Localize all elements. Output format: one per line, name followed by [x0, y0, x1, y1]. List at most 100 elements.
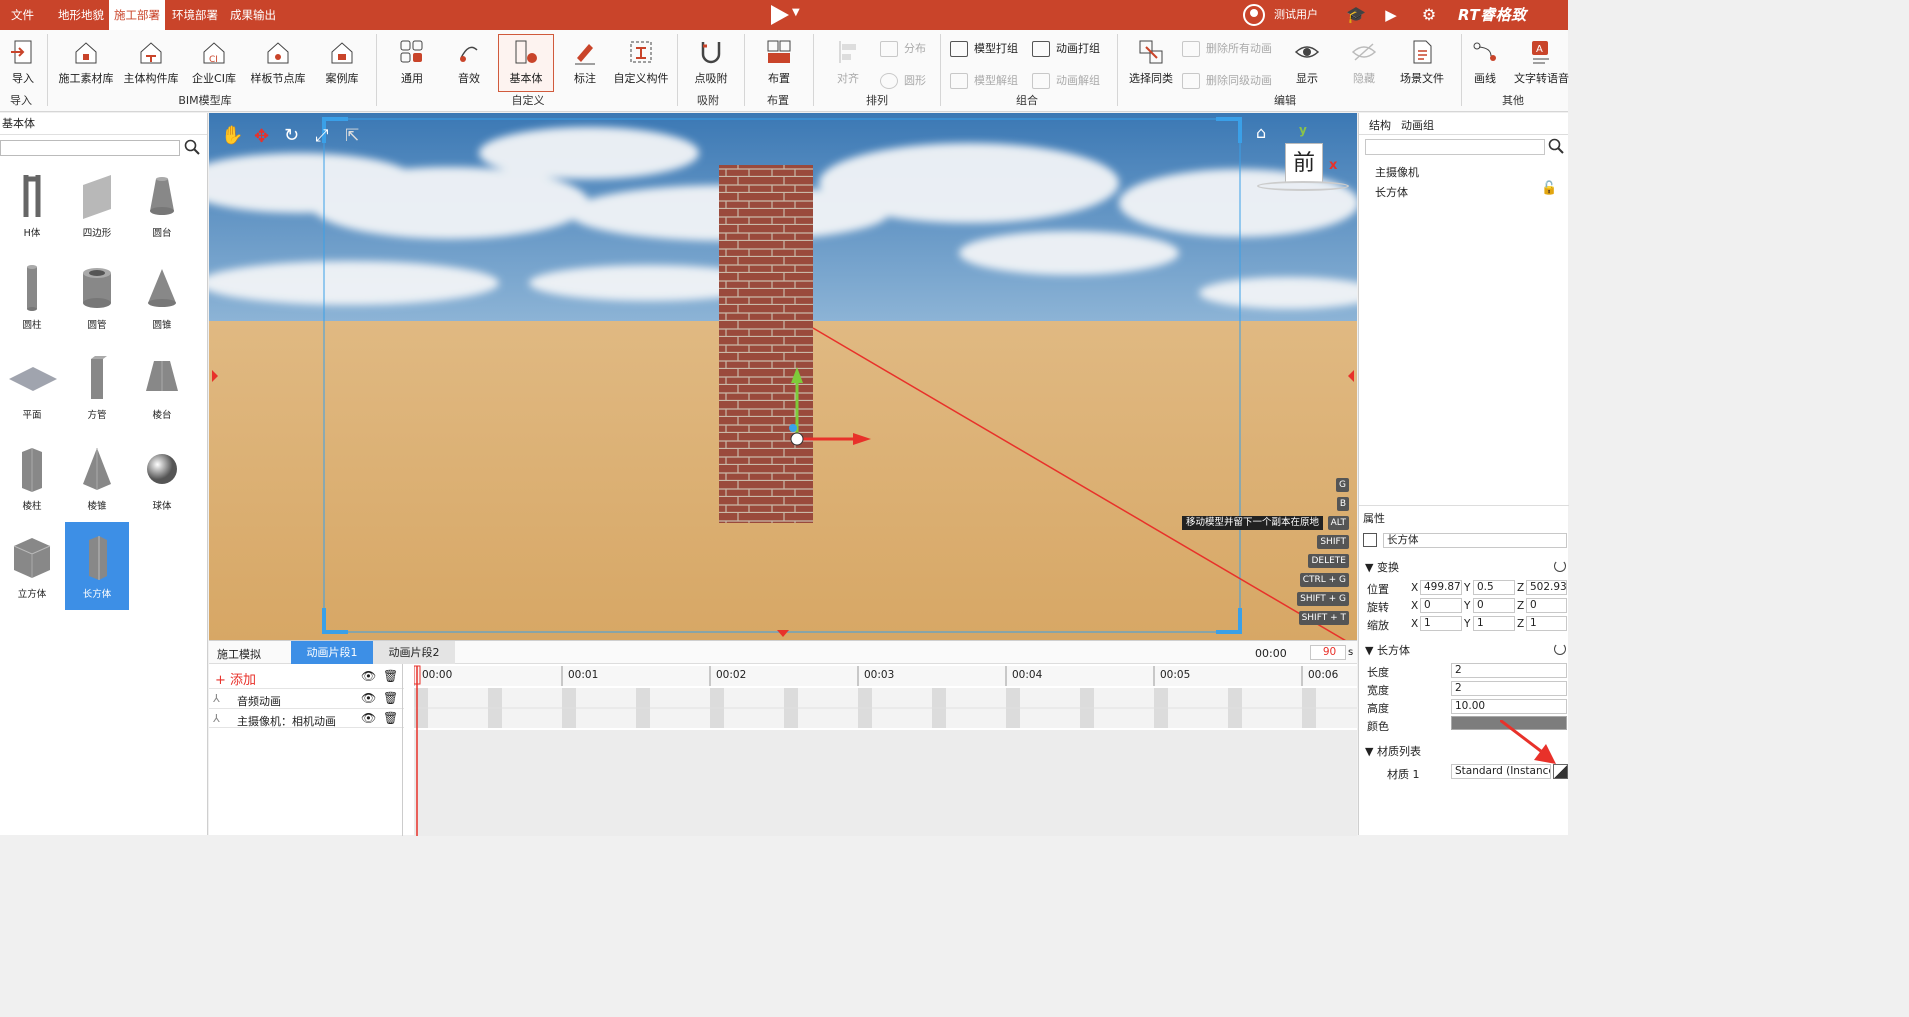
scale-y-input[interactable]: 1: [1473, 616, 1515, 631]
model-group-button[interactable]: 模型打组: [950, 40, 1018, 57]
tab-construction-sim[interactable]: 施工模拟: [217, 646, 261, 662]
chevron-down-icon[interactable]: ▼: [792, 7, 800, 18]
reset-icon[interactable]: [1554, 643, 1566, 655]
annotation-button[interactable]: 标注: [570, 38, 600, 86]
home-icon[interactable]: ⌂: [1256, 123, 1266, 142]
shape-cuboid[interactable]: 长方体: [65, 522, 129, 610]
view-cube-front[interactable]: 前: [1285, 143, 1323, 183]
play-icon[interactable]: [771, 5, 789, 25]
model-ungroup-button[interactable]: 模型解组: [950, 72, 1018, 89]
reset-icon[interactable]: [1554, 560, 1566, 572]
track-row[interactable]: ⅄ 音频动画 👁 🗑: [209, 688, 404, 708]
user-name[interactable]: 测试用户: [1274, 0, 1318, 30]
structure-search-input[interactable]: [1365, 139, 1545, 155]
shape-plane[interactable]: 平面: [0, 343, 64, 431]
position-z-input[interactable]: 502.93: [1526, 580, 1567, 595]
delete-all-anim-button[interactable]: 删除所有动画: [1182, 40, 1272, 57]
material-section[interactable]: ▼ 材质列表: [1365, 743, 1421, 759]
tree-item-cuboid[interactable]: 长方体: [1375, 184, 1408, 200]
tab-anim-clip-2[interactable]: 动画片段2: [373, 641, 455, 664]
hide-button[interactable]: 隐藏: [1349, 38, 1379, 86]
general-button[interactable]: 通用: [397, 38, 427, 86]
cuboid-section[interactable]: ▼ 长方体: [1365, 642, 1410, 658]
object-name-input[interactable]: 长方体: [1383, 533, 1567, 548]
scale-x-input[interactable]: 1: [1420, 616, 1462, 631]
track-row[interactable]: ⅄ 主摄像机：相机动画 👁 🗑: [209, 708, 404, 728]
shape-sphere[interactable]: 球体: [130, 434, 194, 522]
tab-anim-group[interactable]: 动画组: [1401, 117, 1434, 133]
hand-tool-icon[interactable]: ✋: [221, 125, 243, 146]
shape-square-tube[interactable]: 方管: [65, 343, 129, 431]
shape-prism[interactable]: 棱柱: [0, 434, 64, 522]
rotation-z-input[interactable]: 0: [1526, 598, 1567, 613]
menu-file[interactable]: 文件: [11, 0, 34, 30]
component-library-button[interactable]: 主体构件库: [121, 38, 181, 86]
shape-pyramid[interactable]: 棱锥: [65, 434, 129, 522]
gear-icon[interactable]: ⚙: [1419, 5, 1439, 25]
material-library-button[interactable]: 施工素材库: [56, 38, 116, 86]
import-button[interactable]: 导入: [6, 38, 40, 86]
tab-anim-clip-1[interactable]: 动画片段1: [291, 641, 373, 664]
shape-cone[interactable]: 圆锥: [130, 253, 194, 341]
eye-icon[interactable]: 👁: [361, 711, 376, 725]
graduation-cap-icon[interactable]: 🎓: [1346, 5, 1366, 25]
menu-environment[interactable]: 环境部署: [172, 0, 218, 30]
primitive-button[interactable]: 基本体: [498, 34, 554, 92]
menu-output[interactable]: 成果输出: [230, 0, 276, 30]
search-input[interactable]: [0, 140, 180, 156]
shape-tube[interactable]: 圆管: [65, 253, 129, 341]
view-cube-ring[interactable]: [1257, 181, 1349, 191]
tab-structure[interactable]: 结构: [1369, 117, 1391, 133]
rotate-tool-icon[interactable]: ↻: [284, 125, 299, 146]
video-icon[interactable]: ▶: [1381, 5, 1401, 25]
tree-item-camera[interactable]: 主摄像机: [1375, 164, 1419, 180]
position-y-input[interactable]: 0.5: [1473, 580, 1515, 595]
eye-icon[interactable]: 👁: [361, 669, 376, 683]
select-same-button[interactable]: 选择同类: [1126, 38, 1176, 86]
show-button[interactable]: 显示: [1292, 38, 1322, 86]
rotation-x-input[interactable]: 0: [1420, 598, 1462, 613]
object-checkbox[interactable]: [1363, 533, 1377, 547]
scale-tool-icon[interactable]: ⤢: [315, 126, 329, 146]
anim-ungroup-button[interactable]: 动画解组: [1032, 72, 1100, 89]
trash-icon[interactable]: 🗑: [383, 691, 398, 705]
scale-z-input[interactable]: 1: [1526, 616, 1567, 631]
snap-tool-icon[interactable]: ⇱: [345, 126, 359, 146]
shape-prismoid[interactable]: 棱台: [130, 343, 194, 431]
3d-viewport[interactable]: ✋ ✥ ↻ ⤢ ⇱ ⌂ y x 前 G B 移动模型并留下一个副本在原地 ALT…: [209, 113, 1357, 640]
search-icon[interactable]: [184, 139, 200, 155]
align-button[interactable]: 对齐: [835, 38, 861, 86]
scene-file-button[interactable]: 场景文件: [1397, 38, 1447, 86]
node-library-button[interactable]: 样板节点库: [248, 38, 308, 86]
draw-line-button[interactable]: 画线: [1470, 38, 1500, 86]
timeline-ruler[interactable]: [414, 664, 1357, 836]
shape-h-beam[interactable]: H体: [0, 161, 64, 249]
search-icon[interactable]: [1548, 138, 1564, 157]
menu-construction[interactable]: 施工部署: [109, 0, 165, 30]
shape-quad[interactable]: 四边形: [65, 161, 129, 249]
add-track-button[interactable]: + 添加: [215, 669, 256, 688]
trash-icon[interactable]: 🗑: [383, 669, 398, 683]
sound-button[interactable]: 音效: [454, 38, 484, 86]
anim-group-button[interactable]: 动画打组: [1032, 40, 1100, 57]
circle-arrange-button[interactable]: 圆形: [880, 72, 926, 89]
height-input[interactable]: 10.00: [1451, 699, 1567, 714]
case-library-button[interactable]: 案例库: [322, 38, 362, 86]
menu-terrain[interactable]: 地形地貌: [58, 0, 104, 30]
move-tool-icon[interactable]: ✥: [254, 126, 269, 147]
unlock-icon[interactable]: 🔓: [1541, 181, 1557, 196]
transform-section[interactable]: ▼ 变换: [1365, 559, 1399, 575]
ci-library-button[interactable]: CI 企业CI库: [189, 38, 239, 86]
snap-button[interactable]: 点吸附: [692, 38, 730, 86]
shape-cylinder[interactable]: 圆柱: [0, 253, 64, 341]
user-icon[interactable]: [1243, 4, 1265, 26]
length-input[interactable]: 2: [1451, 663, 1567, 678]
distribute-button[interactable]: 分布: [880, 40, 926, 57]
delete-same-anim-button[interactable]: 删除同级动画: [1182, 72, 1272, 89]
eye-icon[interactable]: 👁: [361, 691, 376, 705]
custom-component-button[interactable]: 自定义构件: [612, 38, 670, 86]
shape-cube[interactable]: 立方体: [0, 522, 64, 610]
tts-button[interactable]: A 文字转语音: [1514, 38, 1569, 86]
width-input[interactable]: 2: [1451, 681, 1567, 696]
layout-button[interactable]: 布置: [764, 38, 794, 86]
